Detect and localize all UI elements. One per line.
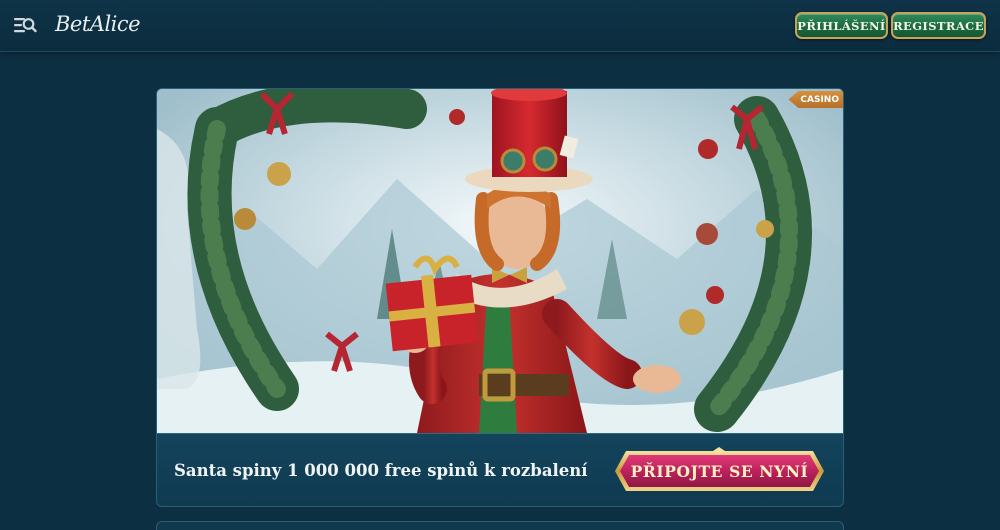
promo-card[interactable]: CASINO Santa spiny 1 000 000 free spinů … — [156, 88, 844, 507]
login-button[interactable]: PŘIHLÁŠENÍ — [795, 12, 888, 39]
promo-title: Santa spiny 1 000 000 free spinů k rozba… — [174, 461, 588, 480]
join-now-label: PŘIPOJTE SE NYNÍ — [630, 461, 809, 481]
menu-search-icon[interactable] — [13, 15, 37, 35]
promo-hero-image[interactable]: CASINO — [157, 89, 843, 433]
top-bar: BetAlice PŘIHLÁŠENÍ REGISTRACE — [0, 0, 1000, 52]
elf-illustration — [157, 89, 843, 433]
brand-logo[interactable]: BetAlice — [55, 12, 141, 40]
next-promo-card[interactable] — [156, 521, 844, 530]
category-tag: CASINO — [788, 91, 843, 108]
join-now-button[interactable]: PŘIPOJTE SE NYNÍ — [612, 447, 827, 495]
promo-footer: Santa spiny 1 000 000 free spinů k rozba… — [157, 433, 843, 506]
register-button[interactable]: REGISTRACE — [891, 12, 986, 39]
